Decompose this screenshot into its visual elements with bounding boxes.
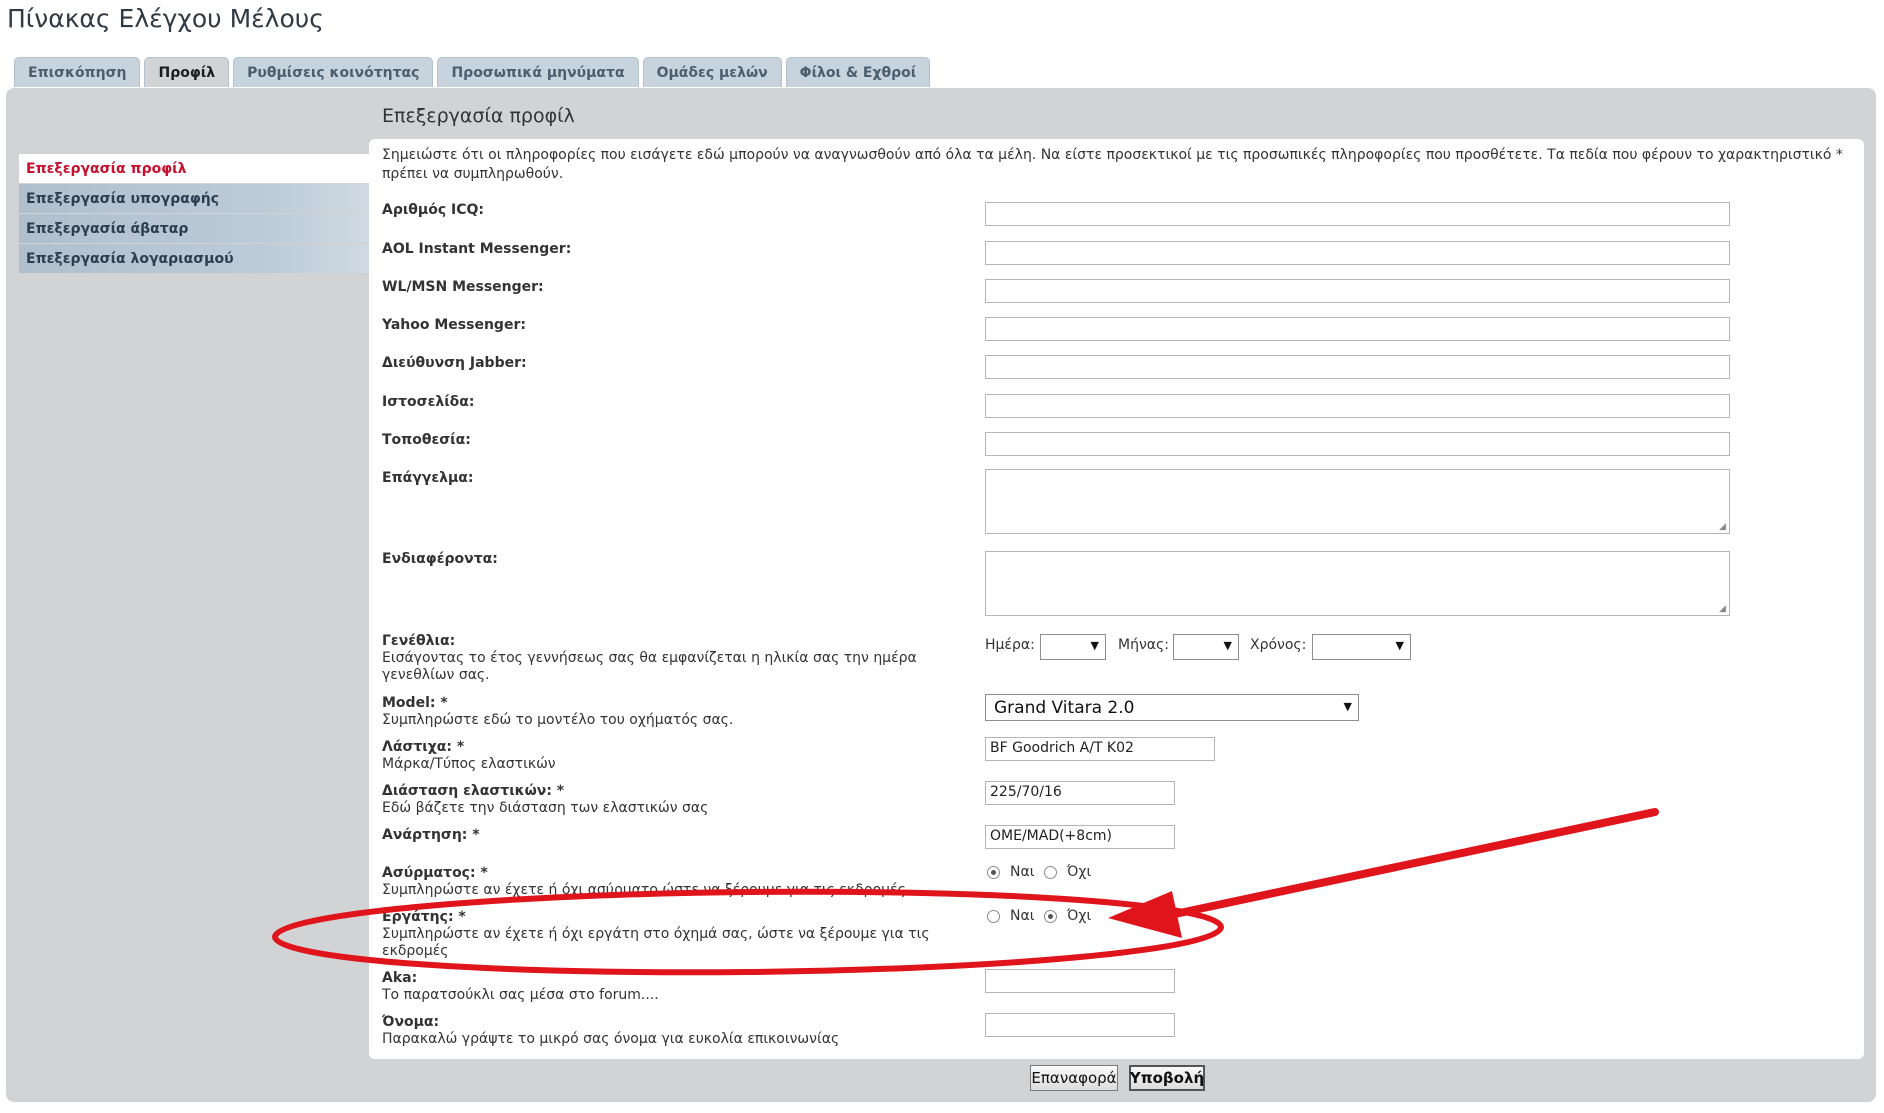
pointer-arrow-head (1108, 891, 1182, 938)
pointer-arrow-shaft (1171, 808, 1659, 918)
annotation-overlay (272, 808, 1659, 976)
highlight-ellipse (272, 888, 1224, 976)
